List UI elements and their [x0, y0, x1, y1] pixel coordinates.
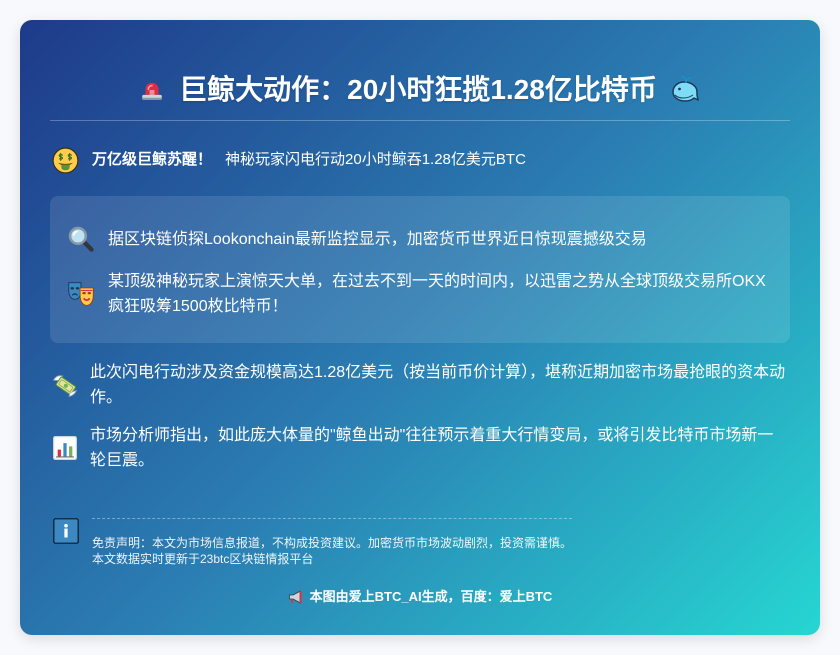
headline: 万亿级巨鲸苏醒！ 神秘玩家闪电行动20小时鲸吞1.28亿美元BTC: [50, 146, 790, 174]
headline-bold: 万亿级巨鲸苏醒！: [92, 151, 213, 168]
siren-icon: [139, 77, 165, 103]
list-item: 市场分析师指出，如此庞大体量的"鲸鱼出动"往往预示着重大行情变局，或将引发比特币…: [50, 423, 790, 473]
list-item-text: 此次闪电行动涉及资金规模高达1.28亿美元（按当前币价计算），堪称近期加密市场最…: [90, 364, 786, 406]
disclaimer-line: 免责声明：本文为市场信息报道，不构成投资建议。加密货币市场波动剧烈，投资需谨慎。: [92, 536, 573, 550]
bar-chart-icon: [52, 435, 78, 461]
highlight-item-text: 据区块链侦探Lookonchain最新监控显示，加密货币世界近日惊现震撼级交易: [108, 230, 647, 248]
highlight-item: 某顶级神秘玩家上演惊天大单，在过去不到一天的时间内，以迅雷之势从全球顶级交易所O…: [67, 269, 770, 319]
performing-arts-masks-icon: [67, 280, 95, 308]
disclaimer-text: 免责声明：本文为市场信息报道，不构成投资建议。加密货币市场波动剧烈，投资需谨慎。…: [92, 518, 572, 567]
disclaimer: 免责声明：本文为市场信息报道，不构成投资建议。加密货币市场波动剧烈，投资需谨慎。…: [50, 518, 790, 567]
highlight-item: 据区块链侦探Lookonchain最新监控显示，加密货币世界近日惊现震撼级交易: [67, 225, 770, 253]
page-title: 巨鲸大动作：20小时狂揽1.28亿比特币: [179, 74, 657, 105]
headline-text: 神秘玩家闪电行动20小时鲸吞1.28亿美元BTC: [225, 151, 526, 168]
info-icon: [53, 518, 79, 544]
news-card: 巨鲸大动作：20小时狂揽1.28亿比特币 万亿级巨鲸苏醒！ 神秘玩家闪电行动20…: [20, 20, 820, 635]
money-mouth-face-icon: [52, 147, 79, 174]
footer: 本图由爱上BTC_AI生成，百度：爱上BTC: [50, 587, 790, 607]
list-item: 此次闪电行动涉及资金规模高达1.28亿美元（按当前币价计算），堪称近期加密市场最…: [50, 360, 790, 410]
highlight-box: 据区块链侦探Lookonchain最新监控显示，加密货币世界近日惊现震撼级交易 …: [50, 196, 790, 343]
point-list: 此次闪电行动涉及资金规模高达1.28亿美元（按当前币价计算），堪称近期加密市场最…: [50, 360, 790, 473]
title-bar: 巨鲸大动作：20小时狂揽1.28亿比特币: [50, 70, 790, 121]
whale-icon: [669, 74, 701, 106]
highlight-item-text: 某顶级神秘玩家上演惊天大单，在过去不到一天的时间内，以迅雷之势从全球顶级交易所O…: [108, 273, 766, 315]
magnifying-glass-icon: [67, 225, 95, 253]
footer-text: 本图由爱上BTC_AI生成，百度：爱上BTC: [309, 589, 553, 604]
megaphone-icon: [288, 589, 304, 605]
disclaimer-line: 本文数据实时更新于23btc区块链情报平台: [92, 552, 314, 566]
money-with-wings-icon: [52, 372, 78, 398]
list-item-text: 市场分析师指出，如此庞大体量的"鲸鱼出动"往往预示着重大行情变局，或将引发比特币…: [90, 427, 774, 469]
